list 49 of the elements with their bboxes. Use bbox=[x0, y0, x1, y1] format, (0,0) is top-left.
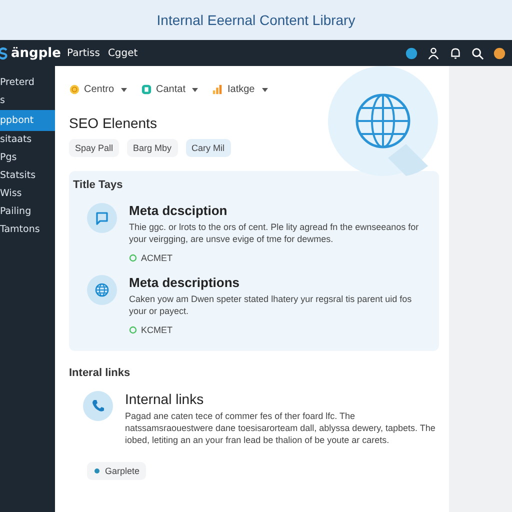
filter-chip[interactable]: Barg Mby bbox=[127, 139, 178, 157]
user-icon[interactable] bbox=[427, 46, 440, 60]
status-chip[interactable]: Garplete bbox=[87, 462, 146, 480]
item-title: Meta descriptions bbox=[129, 275, 241, 290]
badge-icon bbox=[141, 84, 152, 95]
filter-dropdown[interactable]: Centro bbox=[69, 84, 128, 95]
status-label: KCMET bbox=[141, 325, 172, 335]
status-icon bbox=[129, 254, 137, 262]
filter-dropdown[interactable]: Cantat bbox=[141, 84, 198, 95]
status-icon bbox=[129, 326, 137, 334]
clock-icon bbox=[69, 84, 80, 95]
avatar-icon[interactable] bbox=[405, 46, 418, 60]
sidebar-item[interactable]: Tamtons bbox=[0, 221, 55, 239]
nav-link[interactable]: Cgget bbox=[108, 48, 138, 58]
status-label: ACMET bbox=[141, 253, 172, 263]
sidebar-item[interactable]: Pgs bbox=[0, 149, 55, 167]
section-title: SEO Elenents bbox=[69, 115, 158, 131]
item-description: Thie ggc. or lrots to the ors of cent. Ple lity agread fn the ewnseeanos for your veirgging, are unsve evige of tme for dewmes. bbox=[129, 221, 420, 245]
sidebar-item[interactable]: ppbont bbox=[0, 110, 55, 131]
nav-link[interactable]: Partiss bbox=[67, 48, 100, 58]
logo-text: ängple bbox=[11, 46, 62, 60]
sidebar-item[interactable]: sitaats bbox=[0, 131, 55, 149]
caret-icon bbox=[262, 88, 268, 92]
sidebar-item[interactable]: s bbox=[0, 92, 55, 110]
logo-icon bbox=[0, 46, 8, 60]
sidebar-item[interactable]: Pailing bbox=[0, 203, 55, 221]
section-heading: Interal links bbox=[69, 367, 132, 379]
dot-icon bbox=[93, 467, 101, 475]
bar-chart-icon bbox=[212, 84, 224, 95]
filter-chip[interactable]: Cary Mil bbox=[186, 139, 231, 157]
item-description: Caken yow am Dwen speter stated lhatery yur regsral tis parent uid fos your or payect. bbox=[129, 293, 413, 317]
globe-icon bbox=[87, 275, 117, 305]
bell-icon[interactable] bbox=[449, 46, 462, 60]
caret-icon bbox=[121, 88, 128, 92]
item-title: Internal links bbox=[125, 391, 205, 407]
caret-icon bbox=[192, 88, 198, 92]
phone-icon bbox=[83, 391, 113, 421]
chat-icon bbox=[87, 203, 117, 233]
search-icon[interactable] bbox=[471, 46, 484, 60]
avatar-icon[interactable] bbox=[493, 46, 506, 60]
sidebar-item[interactable]: Statsits bbox=[0, 167, 55, 185]
filter-dropdown[interactable]: Iatkge bbox=[212, 84, 268, 95]
card-heading: Title Tays bbox=[73, 179, 124, 191]
item-description: Pagad ane caten tece of commer fes of ther foard lfc. The natssamsraouestwere dane toesisarorteam dall, ablyssa dewery, tapbets. The iobed, letiting an an your fran lead be thalion of be youte ar carets. bbox=[125, 410, 436, 446]
sidebar-item[interactable]: Preterd bbox=[0, 74, 55, 92]
filter-chip[interactable]: Spay Pall bbox=[69, 139, 120, 157]
item-title: Meta dcsciption bbox=[129, 203, 228, 218]
window-title: Internal Eeernal Content Library bbox=[156, 12, 356, 28]
sidebar-item[interactable]: Wiss bbox=[0, 185, 55, 203]
